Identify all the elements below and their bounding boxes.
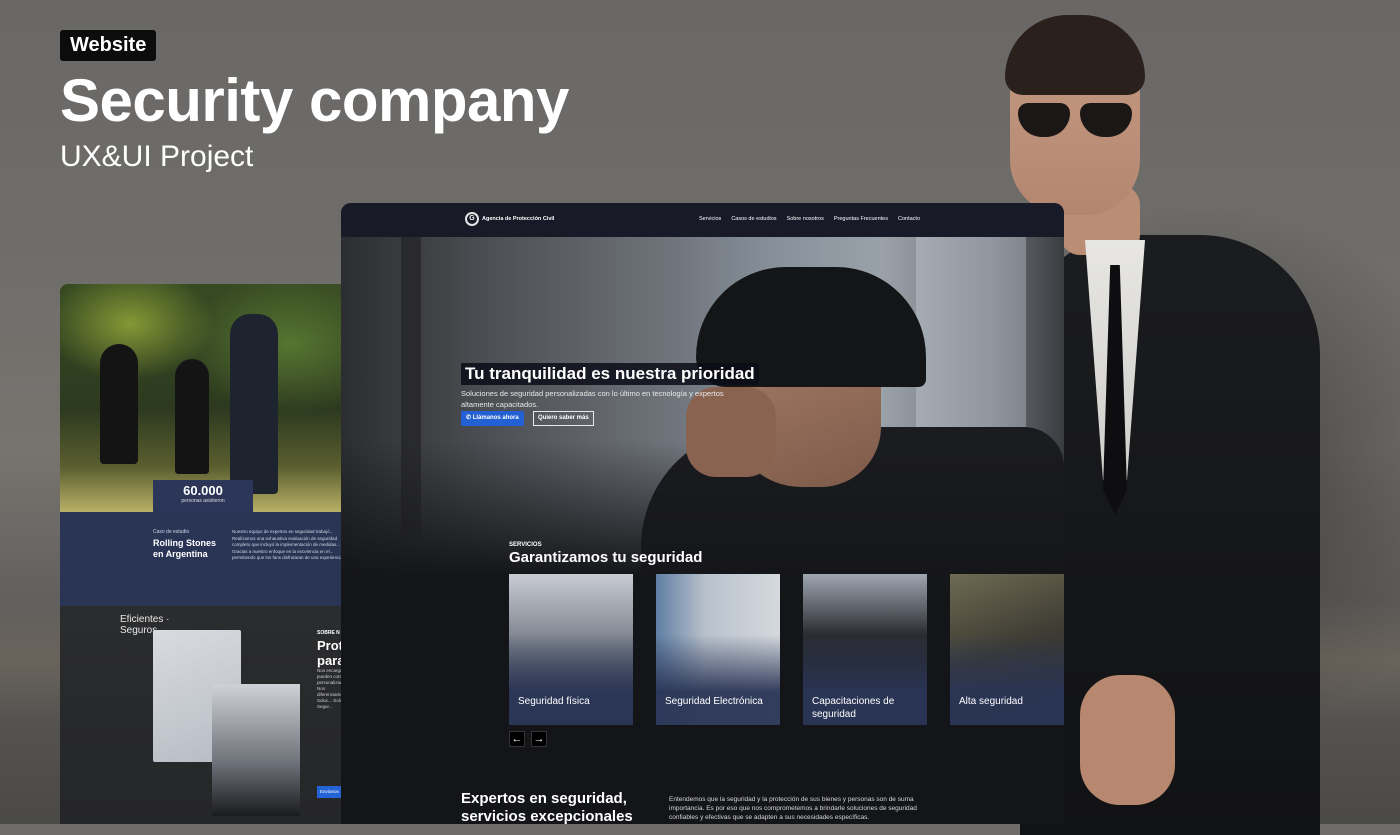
case-study-label: Caso de estudio	[153, 529, 190, 535]
concert-photo	[60, 284, 350, 512]
page-title: Security company	[60, 67, 569, 134]
category-tag: Website	[60, 30, 157, 61]
about-label: SOBRE N	[317, 630, 340, 636]
stat-label: personas asistieron	[181, 498, 225, 504]
service-card[interactable]: Seguridad Electrónica	[656, 574, 780, 725]
nav-item-casos[interactable]: Casos de estudios	[731, 216, 776, 222]
experts-text: Entendemos que la seguridad y la protecc…	[669, 796, 917, 821]
singer-figure	[175, 359, 209, 474]
website-mockup: G Agencia de Protección Civil Servicios …	[341, 203, 1064, 824]
logo-mark-icon: G	[465, 212, 479, 226]
card-label: Alta seguridad	[959, 696, 1023, 707]
hero-title: Tu tranquilidad es nuestra prioridad	[461, 363, 759, 385]
stat-number: 60.000	[183, 483, 223, 498]
nav-item-preguntas[interactable]: Preguntas Frecuentes	[834, 216, 888, 222]
carousel-controls: ← →	[509, 731, 547, 747]
attendance-stat: 60.000 personas asistieron	[153, 480, 253, 512]
case-study-mockup: 60.000 personas asistieron Caso de estud…	[60, 284, 350, 824]
arrow-left-icon[interactable]: ←	[509, 731, 525, 747]
case-study-block: Caso de estudio Rolling Stones en Argent…	[60, 512, 350, 606]
service-card[interactable]: Seguridad física	[509, 574, 633, 725]
service-card[interactable]: Alta seguridad	[950, 574, 1064, 725]
service-card[interactable]: Capacitaciones de seguridad	[803, 574, 927, 725]
card-label: Seguridad física	[518, 696, 590, 707]
page-subtitle: UX&UI Project	[60, 140, 254, 173]
logo-text: Agencia de Protección Civil	[482, 216, 555, 222]
case-study-text: Nuestro equipo de expertos en seguridad …	[232, 529, 347, 560]
hero-section: Tu tranquilidad es nuestra prioridad Sol…	[341, 237, 1064, 607]
call-now-label: Llámanos ahora	[472, 415, 519, 421]
singer-figure	[100, 344, 138, 464]
singer-figure	[230, 314, 278, 494]
window-pane	[916, 237, 1026, 437]
phone-icon: ✆	[466, 415, 472, 421]
call-now-button[interactable]: ✆ Llámanos ahora	[461, 411, 524, 426]
services-title: Garantizamos tu seguridad	[509, 549, 703, 566]
site-navbar: G Agencia de Protección Civil Servicios …	[341, 203, 1064, 237]
hero-subtitle: Soluciones de seguridad personalizadas c…	[461, 389, 724, 409]
services-label: SERVICIOS	[509, 542, 542, 548]
guard-photo	[212, 684, 300, 816]
window-frame	[401, 237, 421, 537]
card-label: Capacitaciones de seguridad	[812, 696, 895, 720]
case-study-title: Rolling Stones en Argentina	[153, 538, 216, 559]
site-logo[interactable]: G Agencia de Protección Civil	[465, 212, 554, 226]
nav-item-sobre[interactable]: Sobre nosotros	[787, 216, 824, 222]
card-label: Seguridad Electrónica	[665, 696, 763, 707]
nav-item-contacto[interactable]: Contacto	[898, 216, 920, 222]
experts-title: Expertos en seguridad, servicios excepci…	[461, 790, 633, 824]
nav-links: Servicios Casos de estudios Sobre nosotr…	[699, 216, 920, 222]
arrow-right-icon[interactable]: →	[531, 731, 547, 747]
hand	[1080, 675, 1175, 805]
nav-item-servicios[interactable]: Servicios	[699, 216, 721, 222]
learn-more-button[interactable]: Quiero saber más	[533, 411, 594, 426]
hair	[1005, 15, 1145, 95]
